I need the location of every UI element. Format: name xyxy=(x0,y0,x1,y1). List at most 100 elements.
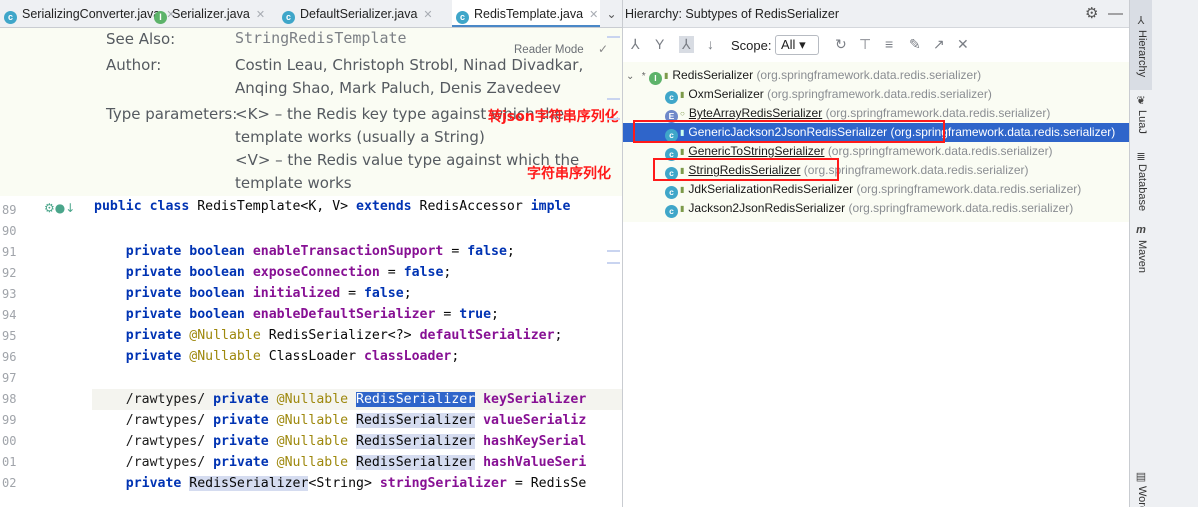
annotation-string-serialization: 字符串序列化 xyxy=(527,166,611,182)
tree-item[interactable]: c ▮ JdkSerializationRedisSerializer (org.s… xyxy=(623,180,1130,199)
javadoc-panel: See Also: StringRedisTemplate Reader Mod… xyxy=(0,28,622,196)
see-also-key: See Also: xyxy=(106,30,176,48)
code-editor[interactable]: c SerializingConverter.java ✕ I Serializer.… xyxy=(0,0,622,507)
luaj-tool-icon[interactable]: ❦ xyxy=(1134,94,1148,107)
scroll-marker xyxy=(607,262,620,264)
tree-item[interactable]: c ▮ OxmSerializer (org.springframework.dat… xyxy=(623,85,1130,104)
hierarchy-tool-button[interactable]: Hierarchy xyxy=(1136,30,1148,77)
maven-icon[interactable]: m xyxy=(1134,224,1148,236)
tree-item-package: (org.springframework.data.redis.serializ… xyxy=(827,144,1053,158)
scroll-marker xyxy=(607,36,620,38)
code-line[interactable]: private boolean enableDefaultSerializer … xyxy=(94,307,499,322)
hierarchy-panel: Hierarchy: Subtypes of RedisSerializer ⚙… xyxy=(622,0,1130,507)
line-number-gutter: 89 ⚙●↓ 90 91 92 93 94 95 96 97 98 99 00 … xyxy=(0,196,92,507)
highlight-box-json xyxy=(633,120,945,143)
supertypes-icon[interactable]: ⅄ xyxy=(631,36,640,53)
see-also-link[interactable]: StringRedisTemplate xyxy=(235,29,407,47)
code-line[interactable]: private RedisSerializer<String> stringSe… xyxy=(94,476,586,491)
interface-icon: I xyxy=(648,72,662,85)
expand-all-icon[interactable]: ⊤ xyxy=(859,36,871,53)
luaj-tool-button[interactable]: LuaJ xyxy=(1136,110,1148,134)
line-number: 97 xyxy=(2,371,17,385)
code-line[interactable]: /rawtypes/ private @Nullable RedisSerial… xyxy=(94,434,586,449)
highlight-box-string xyxy=(653,158,839,181)
database-icon[interactable]: ≣ xyxy=(1134,150,1148,163)
pin-icon[interactable]: ✎ xyxy=(909,36,921,53)
public-icon: ▮ xyxy=(680,204,685,213)
export-icon[interactable]: ↗ xyxy=(933,36,945,53)
close-icon[interactable]: ✕ xyxy=(957,36,969,53)
hierarchy-tool-icon[interactable]: ⅄ xyxy=(1134,14,1148,27)
reader-mode-label[interactable]: Reader Mode xyxy=(514,44,584,56)
database-tool-button[interactable]: Database xyxy=(1136,164,1148,211)
class-icon: c xyxy=(282,11,295,24)
code-line[interactable]: private boolean enableTransactionSupport… xyxy=(94,244,515,259)
class-icon: c xyxy=(4,11,17,24)
word-icon[interactable]: ▤ xyxy=(1134,470,1148,483)
gear-icon[interactable]: ⚙ xyxy=(1085,0,1098,28)
scope-dropdown[interactable]: All ▾ xyxy=(775,35,819,55)
class-icon: c xyxy=(665,186,678,199)
public-icon: ▮ xyxy=(680,90,685,99)
tab-defaultserializer[interactable]: c DefaultSerializer.java ✕ xyxy=(278,0,450,27)
line-number: 00 xyxy=(2,434,17,448)
close-icon[interactable]: ✕ xyxy=(256,9,265,21)
hierarchy-toolbar: ⅄ Y ⅄ ↓ Scope: All ▾ ↻ ⊤ ≡ ✎ ↗ ✕ xyxy=(623,28,1130,62)
subtypes-icon[interactable]: Y xyxy=(655,36,664,52)
minimize-icon[interactable]: — xyxy=(1108,0,1123,28)
refresh-icon[interactable]: ↻ xyxy=(835,36,847,53)
code-line[interactable]: public class RedisTemplate<K, V> extends… xyxy=(94,199,570,214)
tree-item-package: (org.springframework.data.redis.serializ… xyxy=(825,106,1051,120)
tab-serializer[interactable]: I Serializer.java ✕ xyxy=(150,0,268,27)
line-number: 91 xyxy=(2,245,17,259)
class-hierarchy-icon[interactable]: ⅄ xyxy=(679,36,694,53)
interface-icon: I xyxy=(154,11,167,24)
line-number: 94 xyxy=(2,308,17,322)
line-number: 95 xyxy=(2,329,17,343)
scroll-marker xyxy=(607,250,620,252)
tree-root-item[interactable]: ⌄ * I ▮ RedisSerializer (org.springframewo… xyxy=(623,66,1130,85)
code-line[interactable]: private boolean exposeConnection = false… xyxy=(94,265,452,280)
scope-value: All xyxy=(781,37,796,52)
tree-item[interactable]: c ▮ Jackson2JsonRedisSerializer (org.sprin… xyxy=(623,199,1130,218)
code-line[interactable]: /rawtypes/ private @Nullable RedisSerial… xyxy=(94,455,586,470)
tab-label: DefaultSerializer.java xyxy=(300,7,418,21)
tab-label: SerializingConverter.java xyxy=(22,7,161,21)
implementation-marker-icon[interactable]: ⚙●↓ xyxy=(44,201,75,215)
author-key: Author: xyxy=(106,56,162,74)
word-tool-button[interactable]: Word xyxy=(1136,486,1148,507)
tree-item-package: (org.springframework.data.redis.serializ… xyxy=(767,87,992,101)
type-params-key: Type parameters: xyxy=(106,105,238,123)
close-icon[interactable]: ✕ xyxy=(589,9,598,21)
code-line[interactable]: /rawtypes/ private @Nullable RedisSerial… xyxy=(94,413,586,428)
asterisk-icon: * xyxy=(641,71,646,82)
scroll-marker xyxy=(607,118,620,120)
tab-serializingconverter[interactable]: c SerializingConverter.java ✕ xyxy=(0,0,175,27)
check-icon[interactable]: ✓ xyxy=(598,42,608,56)
tree-item-name: RedisSerializer xyxy=(672,68,754,82)
tab-redistemplate[interactable]: c RedisTemplate.java ✕ xyxy=(452,0,600,27)
code-line[interactable]: /rawtypes/ private @Nullable RedisSerial… xyxy=(94,392,586,407)
tree-item-name: GenericToStringSerializer xyxy=(688,144,825,158)
maven-tool-button[interactable]: Maven xyxy=(1136,240,1148,273)
collapse-all-icon[interactable]: ≡ xyxy=(885,36,893,52)
class-icon: c xyxy=(665,91,678,104)
line-number: 98 xyxy=(2,392,17,406)
chevron-down-icon[interactable]: ⌄ xyxy=(626,71,634,82)
tree-item-name: OxmSerializer xyxy=(688,87,764,101)
tree-item-name: ByteArrayRedisSerializer xyxy=(688,106,823,120)
sort-alphabetically-icon[interactable]: ↓ xyxy=(707,36,714,52)
public-icon: ▮ xyxy=(663,71,669,80)
line-number: 90 xyxy=(2,224,17,238)
scope-label: Scope: xyxy=(731,38,772,53)
code-line[interactable]: private boolean initialized = false; xyxy=(94,286,412,301)
chevron-down-icon[interactable]: ⌄ xyxy=(601,0,622,27)
close-icon[interactable]: ✕ xyxy=(423,9,432,21)
line-number: 89 xyxy=(2,203,17,217)
tab-label: RedisTemplate.java xyxy=(474,7,584,21)
author-line: Anqing Shao, Mark Paluch, Denis Zavedeev xyxy=(235,79,561,97)
editor-tab-bar: c SerializingConverter.java ✕ I Serializer.… xyxy=(0,0,622,28)
code-line[interactable]: private @Nullable ClassLoader classLoade… xyxy=(94,349,460,364)
code-line[interactable]: private @Nullable RedisSerializer<?> def… xyxy=(94,328,563,343)
class-icon: c xyxy=(665,205,678,218)
